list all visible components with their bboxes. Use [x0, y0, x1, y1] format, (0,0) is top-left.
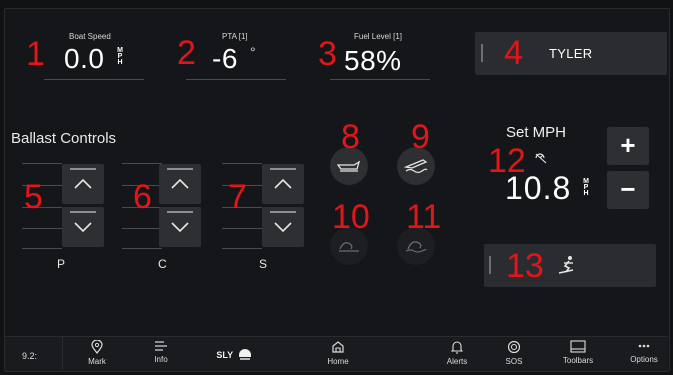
brand-logo: SLY	[214, 346, 254, 375]
profile-name: TYLER	[549, 46, 593, 61]
nav-sos[interactable]: SOS	[497, 340, 531, 372]
boat-wake-icon	[404, 159, 428, 174]
toolbar-icon	[570, 340, 586, 353]
clock: 9.2:	[22, 351, 38, 361]
cruise-icon	[535, 153, 547, 164]
callout-1: 1	[26, 35, 45, 73]
nav-options-label: Options	[630, 355, 658, 364]
pta-gauge: PTA [1] -6 °	[186, 30, 286, 82]
increase-speed-button[interactable]: +	[607, 127, 649, 165]
chevron-down-icon	[74, 222, 92, 233]
callout-6: 6	[133, 178, 152, 216]
ballast-p-drain-button[interactable]	[62, 207, 104, 247]
decrease-speed-button[interactable]: −	[607, 171, 649, 209]
ballast-column-c-label: C	[158, 257, 167, 271]
bell-icon	[451, 341, 463, 354]
ballast-p-fill-button[interactable]	[62, 164, 104, 204]
chevron-down-icon	[274, 222, 292, 233]
chevron-down-icon	[171, 222, 189, 233]
profile-indicator	[481, 44, 483, 62]
callout-3: 3	[318, 35, 337, 73]
set-mph-title: Set MPH	[506, 124, 567, 141]
boat-speed-gauge: Boat Speed 0.0 MPH	[44, 30, 144, 82]
nav-home[interactable]: Home	[320, 340, 356, 372]
ballast-s-fill-button[interactable]	[262, 164, 304, 204]
fuel-label: Fuel Level [1]	[354, 32, 403, 41]
rider-indicator	[489, 256, 491, 274]
chevron-up-icon	[74, 178, 92, 189]
nav-alerts-label: Alerts	[446, 357, 468, 366]
brand-text: SLY	[216, 349, 234, 360]
ballast-column-s-label: S	[259, 257, 268, 271]
location-pin-icon	[91, 340, 103, 354]
boat-icon	[337, 160, 361, 172]
nav-info[interactable]: Info	[144, 340, 178, 372]
home-icon	[332, 341, 344, 353]
chevron-up-icon	[274, 178, 292, 189]
callout-9: 9	[411, 118, 430, 156]
lifebuoy-icon	[507, 340, 521, 354]
chevron-up-icon	[171, 178, 189, 189]
callout-5: 5	[24, 178, 43, 216]
more-dots-icon	[638, 344, 650, 348]
callout-4: 4	[504, 34, 523, 72]
nav-toolbars[interactable]: Toolbars	[556, 340, 600, 372]
callout-12: 12	[488, 142, 526, 180]
nav-toolbars-label: Toolbars	[562, 356, 594, 365]
wave-icon	[339, 242, 359, 252]
nav-sos-label: SOS	[505, 357, 523, 366]
callout-7: 7	[228, 178, 247, 216]
callout-11: 11	[406, 198, 442, 236]
nav-mark[interactable]: Mark	[80, 340, 114, 372]
nav-home-label: Home	[327, 357, 349, 366]
nav-mark-label: Mark	[88, 357, 106, 366]
ballast-controls-title: Ballast Controls	[11, 130, 117, 147]
fuel-value: 58%	[344, 45, 402, 76]
ballast-c-drain-button[interactable]	[159, 207, 201, 247]
callout-2: 2	[177, 34, 196, 72]
boat-speed-unit: MPH	[117, 47, 123, 66]
pta-value: -6	[212, 43, 238, 74]
pta-unit: °	[250, 44, 256, 60]
callout-10: 10	[332, 198, 370, 236]
boat-logo-icon	[238, 348, 251, 360]
ballast-s-drain-button[interactable]	[262, 207, 304, 247]
helm-display: Boat Speed 0.0 MPH PTA [1] -6 ° Fuel Lev…	[0, 0, 673, 375]
callout-13: 13	[506, 247, 544, 285]
callout-8: 8	[341, 118, 360, 156]
nav-options[interactable]: Options	[624, 340, 664, 372]
pta-label: PTA [1]	[222, 32, 248, 41]
boat-speed-label: Boat Speed	[69, 32, 111, 41]
nav-alerts[interactable]: Alerts	[439, 340, 475, 372]
boat-speed-value: 0.0	[64, 43, 105, 74]
fuel-gauge: Fuel Level [1] 58%	[330, 30, 430, 82]
ballast-c-fill-button[interactable]	[159, 164, 201, 204]
set-mph-unit: MPH	[583, 178, 589, 197]
info-lines-icon	[155, 341, 167, 351]
wakeboarder-icon	[558, 256, 574, 274]
surf-wave-icon	[405, 241, 427, 253]
nav-info-label: Info	[154, 355, 168, 364]
ballast-column-p-label: P	[57, 257, 66, 271]
